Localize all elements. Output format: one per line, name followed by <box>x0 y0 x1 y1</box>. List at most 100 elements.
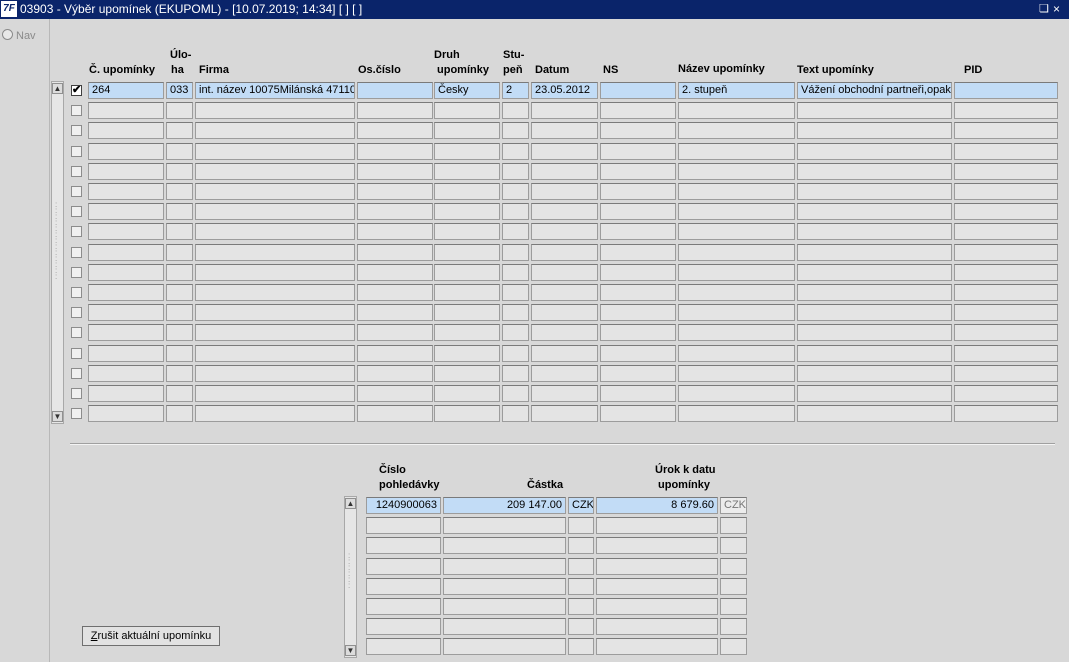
cislo-pohledavky-cell[interactable] <box>366 537 441 554</box>
row-checkbox[interactable] <box>71 125 82 136</box>
restore-icon[interactable]: ❏ <box>1039 3 1051 15</box>
cislo-pohledavky-cell[interactable] <box>366 638 441 655</box>
cislo-pohledavky-cell[interactable]: 1240900063 <box>366 497 441 514</box>
ns-cell[interactable] <box>600 82 676 99</box>
firma-cell[interactable] <box>195 304 355 321</box>
nazev-cell[interactable] <box>678 244 795 261</box>
urok-currency-cell[interactable] <box>720 618 747 635</box>
datum-cell[interactable] <box>531 385 598 402</box>
firma-cell[interactable] <box>195 324 355 341</box>
pid-cell[interactable] <box>954 122 1058 139</box>
castka-currency-cell[interactable]: CZK <box>568 497 594 514</box>
pid-cell[interactable] <box>954 365 1058 382</box>
nazev-cell[interactable] <box>678 122 795 139</box>
cislo-upominky-cell[interactable]: 264 <box>88 82 164 99</box>
ns-cell[interactable] <box>600 183 676 200</box>
stupen-cell[interactable] <box>502 405 529 422</box>
urok-currency-cell[interactable] <box>720 578 747 595</box>
urok-currency-cell[interactable]: CZK <box>720 497 747 514</box>
urok-cell[interactable]: 8 679.60 <box>596 497 718 514</box>
cislo-upominky-cell[interactable] <box>88 304 164 321</box>
row-checkbox[interactable] <box>71 146 82 157</box>
os-cislo-cell[interactable] <box>357 345 433 362</box>
cislo-pohledavky-cell[interactable] <box>366 578 441 595</box>
druh-cell[interactable] <box>434 385 500 402</box>
datum-cell[interactable] <box>531 203 598 220</box>
row-checkbox[interactable] <box>71 206 82 217</box>
nazev-cell[interactable] <box>678 304 795 321</box>
stupen-cell[interactable] <box>502 183 529 200</box>
castka-currency-cell[interactable] <box>568 618 594 635</box>
os-cislo-cell[interactable] <box>357 122 433 139</box>
castka-cell[interactable]: 209 147.00 <box>443 497 566 514</box>
text-cell[interactable] <box>797 183 952 200</box>
datum-cell[interactable] <box>531 122 598 139</box>
cislo-upominky-cell[interactable] <box>88 183 164 200</box>
ns-cell[interactable] <box>600 122 676 139</box>
urok-cell[interactable] <box>596 578 718 595</box>
castka-currency-cell[interactable] <box>568 598 594 615</box>
datum-cell[interactable] <box>531 324 598 341</box>
datum-cell[interactable] <box>531 244 598 261</box>
cislo-upominky-cell[interactable] <box>88 365 164 382</box>
urok-currency-cell[interactable] <box>720 598 747 615</box>
ns-cell[interactable] <box>600 203 676 220</box>
text-cell[interactable]: Vážení obchodní partneři,opakc <box>797 82 952 99</box>
druh-cell[interactable] <box>434 203 500 220</box>
druh-cell[interactable] <box>434 264 500 281</box>
druh-cell[interactable] <box>434 304 500 321</box>
cislo-upominky-cell[interactable] <box>88 244 164 261</box>
cislo-pohledavky-cell[interactable] <box>366 558 441 575</box>
cislo-pohledavky-cell[interactable] <box>366 517 441 534</box>
nazev-cell[interactable] <box>678 203 795 220</box>
os-cislo-cell[interactable] <box>357 223 433 240</box>
os-cislo-cell[interactable] <box>357 244 433 261</box>
firma-cell[interactable] <box>195 183 355 200</box>
text-cell[interactable] <box>797 203 952 220</box>
urok-cell[interactable] <box>596 638 718 655</box>
uloha-cell[interactable] <box>166 183 193 200</box>
druh-cell[interactable] <box>434 163 500 180</box>
stupen-cell[interactable] <box>502 385 529 402</box>
uloha-cell[interactable] <box>166 223 193 240</box>
urok-cell[interactable] <box>596 558 718 575</box>
castka-cell[interactable] <box>443 537 566 554</box>
urok-cell[interactable] <box>596 598 718 615</box>
castka-currency-cell[interactable] <box>568 638 594 655</box>
os-cislo-cell[interactable] <box>357 324 433 341</box>
pid-cell[interactable] <box>954 284 1058 301</box>
datum-cell[interactable] <box>531 365 598 382</box>
ns-cell[interactable] <box>600 264 676 281</box>
stupen-cell[interactable] <box>502 143 529 160</box>
urok-currency-cell[interactable] <box>720 638 747 655</box>
cislo-upominky-cell[interactable] <box>88 405 164 422</box>
uloha-cell[interactable] <box>166 385 193 402</box>
nazev-cell[interactable] <box>678 143 795 160</box>
firma-cell[interactable] <box>195 244 355 261</box>
stupen-cell[interactable] <box>502 345 529 362</box>
row-checkbox[interactable]: ✔ <box>71 85 82 96</box>
castka-currency-cell[interactable] <box>568 578 594 595</box>
cislo-upominky-cell[interactable] <box>88 284 164 301</box>
uloha-cell[interactable] <box>166 304 193 321</box>
cislo-upominky-cell[interactable] <box>88 264 164 281</box>
row-checkbox[interactable] <box>71 247 82 258</box>
uloha-cell[interactable] <box>166 405 193 422</box>
row-checkbox[interactable] <box>71 287 82 298</box>
row-checkbox[interactable] <box>71 348 82 359</box>
pid-cell[interactable] <box>954 102 1058 119</box>
stupen-cell[interactable] <box>502 244 529 261</box>
druh-cell[interactable] <box>434 122 500 139</box>
castka-cell[interactable] <box>443 558 566 575</box>
firma-cell[interactable] <box>195 345 355 362</box>
scroll-down-icon[interactable]: ▼ <box>345 645 356 656</box>
text-cell[interactable] <box>797 405 952 422</box>
druh-cell[interactable] <box>434 102 500 119</box>
stupen-cell[interactable] <box>502 304 529 321</box>
urok-cell[interactable] <box>596 517 718 534</box>
uloha-cell[interactable] <box>166 122 193 139</box>
cislo-upominky-cell[interactable] <box>88 203 164 220</box>
nazev-cell[interactable] <box>678 264 795 281</box>
castka-currency-cell[interactable] <box>568 558 594 575</box>
castka-cell[interactable] <box>443 638 566 655</box>
